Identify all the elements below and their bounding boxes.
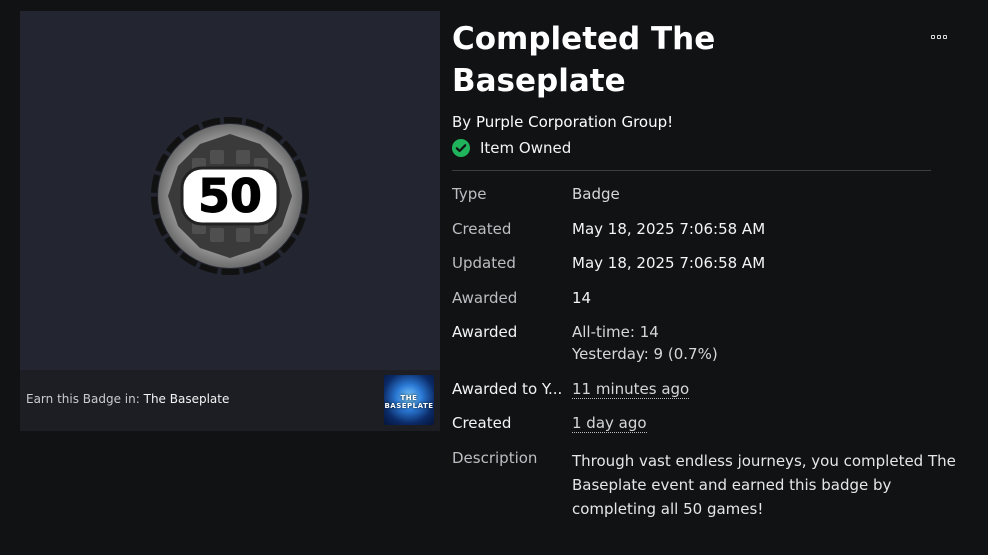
- creator-line: By Purple Corporation Group!: [452, 113, 673, 131]
- created-relative-label: Created: [452, 414, 512, 432]
- updated-value: May 18, 2025 7:06:58 AM: [572, 254, 766, 272]
- divider: [452, 170, 931, 171]
- awarded-to-you-label: Awarded to Y...: [452, 380, 563, 398]
- created-value: May 18, 2025 7:06:58 AM: [572, 220, 766, 238]
- game-link[interactable]: The Baseplate: [144, 392, 230, 406]
- owned-text: Item Owned: [480, 139, 572, 157]
- awarded-alltime: All-time: 14: [572, 323, 659, 341]
- created-label: Created: [452, 220, 512, 238]
- badge-title: Completed The Baseplate: [452, 21, 716, 99]
- more-options-icon[interactable]: [928, 30, 950, 44]
- updated-label: Updated: [452, 254, 516, 272]
- awarded-stats-label: Awarded: [452, 323, 518, 341]
- awarded-yesterday: Yesterday: 9 (0.7%): [572, 345, 718, 363]
- badge-image-panel: 50 Earn this Badge in: The Baseplate THE…: [20, 11, 440, 431]
- owned-status: Item Owned: [452, 138, 571, 158]
- creator-link[interactable]: Purple Corporation Group!: [476, 113, 673, 131]
- badge-image-area: 50: [20, 11, 440, 370]
- earn-badge-text: Earn this Badge in: The Baseplate: [26, 392, 229, 406]
- description-label: Description: [452, 449, 538, 467]
- game-thumbnail[interactable]: THE BASEPLATE: [384, 375, 434, 425]
- earn-badge-prefix: Earn this Badge in:: [26, 392, 140, 406]
- type-label: Type: [452, 185, 487, 203]
- earn-badge-bar: Earn this Badge in: The Baseplate THE BA…: [20, 370, 440, 431]
- badge-number: 50: [198, 169, 262, 223]
- check-circle-icon: [452, 139, 470, 157]
- created-relative-value: 1 day ago: [572, 414, 647, 433]
- awarded-label: Awarded: [452, 289, 518, 307]
- badge-image: 50: [151, 116, 309, 275]
- type-value: Badge: [572, 185, 620, 203]
- awarded-to-you-value: 11 minutes ago: [572, 380, 690, 399]
- awarded-value: 14: [572, 289, 592, 307]
- game-thumbnail-label: THE BASEPLATE: [384, 394, 434, 410]
- description-text: Through vast endless journeys, you compl…: [572, 452, 956, 518]
- by-prefix: By: [452, 113, 472, 131]
